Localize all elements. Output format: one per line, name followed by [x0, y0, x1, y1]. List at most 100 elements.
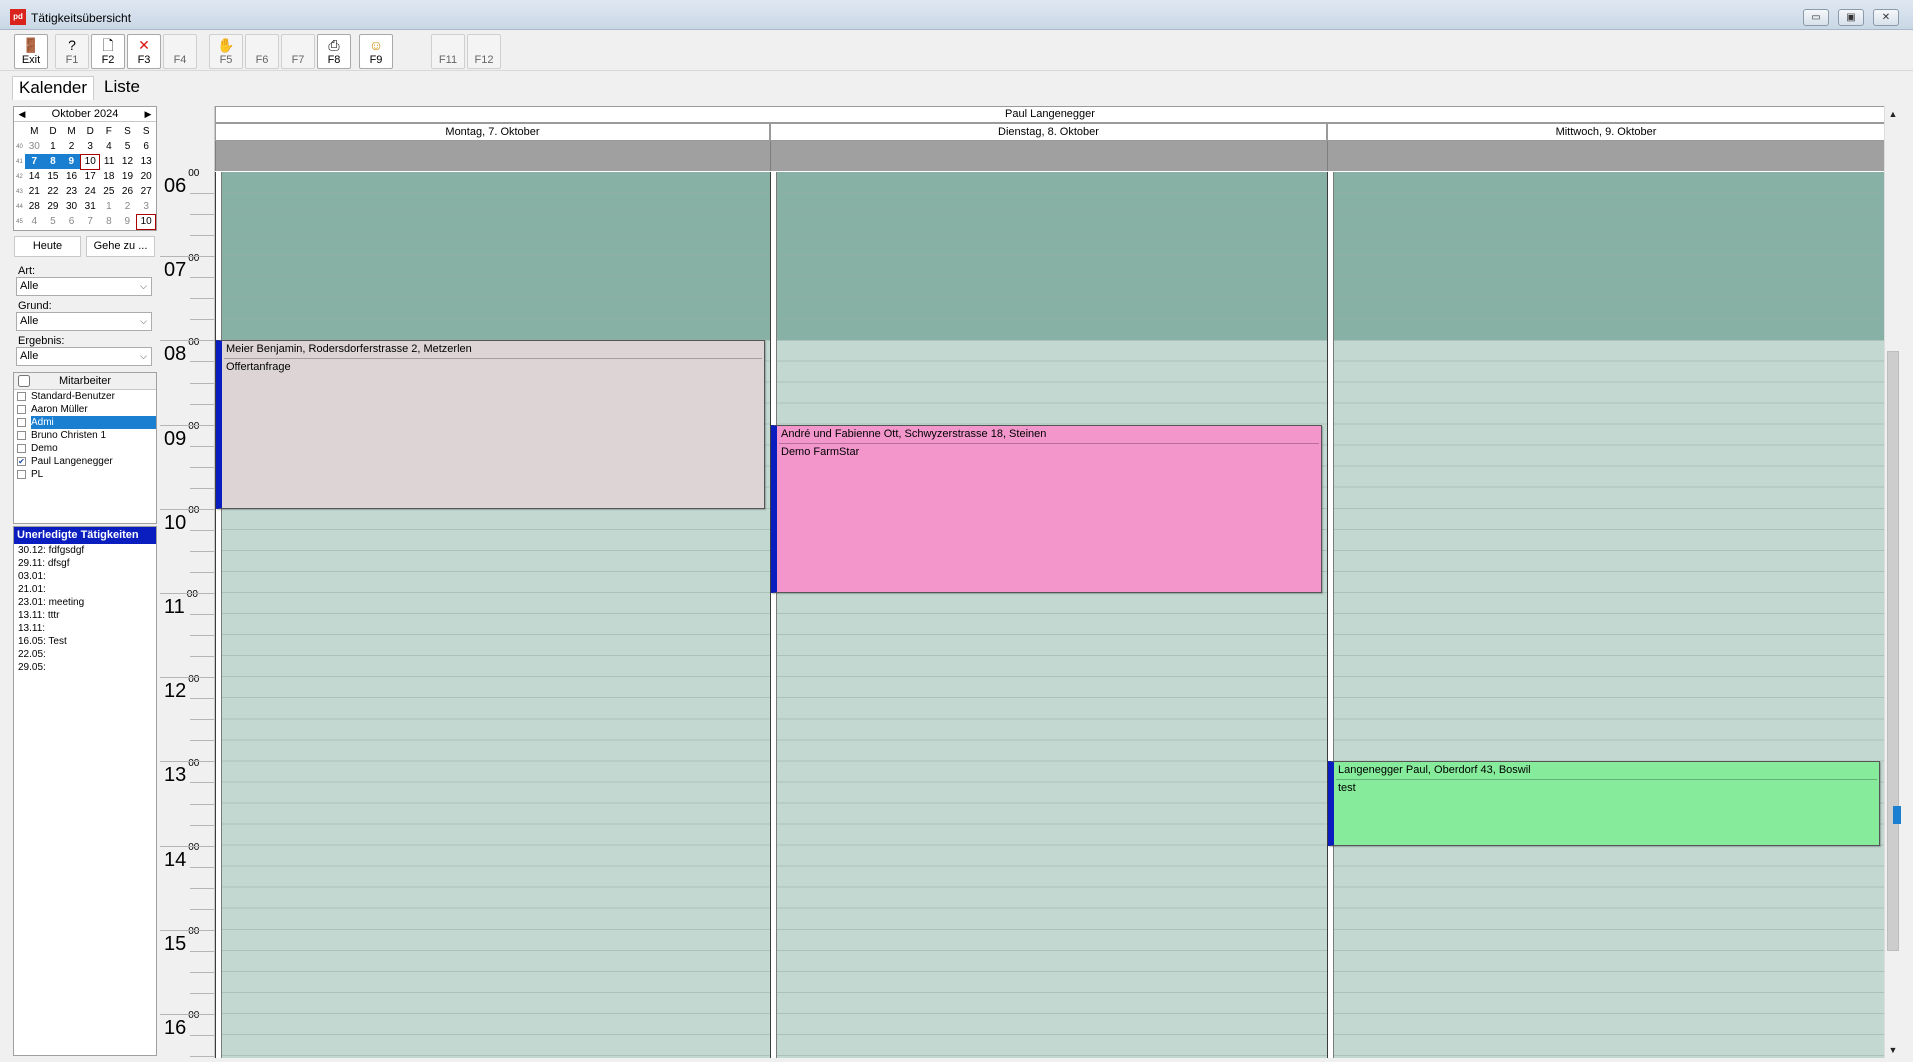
calendar-day[interactable]: 9: [62, 154, 81, 169]
maximize-button[interactable]: ▣: [1838, 9, 1864, 26]
calendar-day[interactable]: 5: [118, 139, 137, 154]
pending-task-item[interactable]: 29.05:: [14, 661, 156, 674]
appointment[interactable]: Meier Benjamin, Rodersdorferstrasse 2, M…: [216, 340, 765, 509]
staff-row[interactable]: Standard-Benutzer: [14, 390, 156, 403]
staff-row[interactable]: ✔ Paul Langenegger: [14, 455, 156, 468]
select-all-staff-checkbox[interactable]: [18, 375, 30, 387]
toolbar-button-f6[interactable]: F6: [245, 34, 279, 69]
pending-task-item[interactable]: 29.11: dfsgf: [14, 557, 156, 570]
toolbar-button-f2[interactable]: 🗋 F2: [91, 34, 125, 69]
all-day-row[interactable]: [1327, 141, 1885, 171]
calendar-day[interactable]: 4: [25, 214, 44, 229]
calendar-day[interactable]: 25: [100, 184, 119, 199]
tab-kalender[interactable]: Kalender: [12, 76, 95, 100]
pending-task-item[interactable]: 03.01:: [14, 570, 156, 583]
calendar-day[interactable]: 7: [24, 154, 44, 169]
toolbar-button-f11[interactable]: F11: [431, 34, 465, 69]
calendar-day[interactable]: 6: [62, 214, 81, 229]
calendar-day[interactable]: 10: [136, 213, 156, 230]
calendar-day[interactable]: 7: [81, 214, 100, 229]
scroll-up-icon[interactable]: ▲: [1885, 106, 1901, 122]
toolbar-button-f5[interactable]: ✋ F5: [209, 34, 243, 69]
tab-liste[interactable]: Liste: [98, 76, 146, 100]
calendar-day[interactable]: 3: [137, 199, 156, 214]
minimize-button[interactable]: ▭: [1803, 9, 1829, 26]
today-button[interactable]: Heute: [14, 236, 81, 257]
staff-row[interactable]: PL: [14, 468, 156, 481]
calendar-day[interactable]: 22: [44, 184, 63, 199]
staff-checkbox[interactable]: [17, 431, 26, 440]
calendar-day[interactable]: 8: [100, 214, 119, 229]
toolbar-button-f12[interactable]: F12: [467, 34, 501, 69]
toolbar-button-exit[interactable]: 🚪 Exit: [14, 34, 48, 69]
pending-task-item[interactable]: 16.05: Test: [14, 635, 156, 648]
calendar-day[interactable]: 16: [62, 169, 81, 184]
calendar-day[interactable]: 15: [44, 169, 63, 184]
calendar-scrollbar[interactable]: ▲ ▼: [1884, 106, 1901, 1058]
scroll-down-icon[interactable]: ▼: [1885, 1042, 1901, 1058]
all-day-row[interactable]: [215, 141, 770, 171]
day-column[interactable]: [215, 172, 770, 1058]
staff-row[interactable]: Demo: [14, 442, 156, 455]
calendar-day[interactable]: 10: [80, 153, 101, 170]
calendar-day[interactable]: 23: [62, 184, 81, 199]
pending-task-item[interactable]: 23.01: meeting: [14, 596, 156, 609]
calendar-day[interactable]: 21: [25, 184, 44, 199]
staff-checkbox[interactable]: [17, 418, 26, 427]
calendar-day[interactable]: 6: [137, 139, 156, 154]
close-window-button[interactable]: ✕: [1873, 9, 1899, 26]
calendar-day[interactable]: 29: [44, 199, 63, 214]
pending-task-item[interactable]: 30.12: fdfgsdgf: [14, 544, 156, 557]
toolbar-button-f1[interactable]: ? F1: [55, 34, 89, 69]
toolbar-button-f7[interactable]: F7: [281, 34, 315, 69]
calendar-day[interactable]: 9: [118, 214, 137, 229]
staff-row[interactable]: Bruno Christen 1: [14, 429, 156, 442]
staff-row[interactable]: Aaron Müller: [14, 403, 156, 416]
calendar-day[interactable]: 8: [43, 154, 63, 169]
pending-task-item[interactable]: 13.11: tttr: [14, 609, 156, 622]
calendar-day[interactable]: 24: [81, 184, 100, 199]
staff-checkbox[interactable]: [17, 444, 26, 453]
calendar-day[interactable]: 14: [25, 169, 44, 184]
appointment[interactable]: Langenegger Paul, Oberdorf 43, Boswil tes…: [1328, 761, 1880, 846]
pending-task-item[interactable]: 21.01:: [14, 583, 156, 596]
staff-checkbox[interactable]: ✔: [17, 457, 26, 466]
appointment[interactable]: André und Fabienne Ott, Schwyzerstrasse …: [771, 424, 1322, 593]
staff-checkbox[interactable]: [17, 392, 26, 401]
filter-art-select[interactable]: Alle ⌵: [16, 277, 152, 296]
calendar-day[interactable]: 3: [81, 139, 100, 154]
day-column[interactable]: [770, 172, 1327, 1058]
calendar-day[interactable]: 12: [118, 154, 137, 169]
calendar-day[interactable]: 5: [44, 214, 63, 229]
staff-checkbox[interactable]: [17, 470, 26, 479]
day-column[interactable]: [1327, 172, 1885, 1058]
filter-ergebnis-select[interactable]: Alle ⌵: [16, 347, 152, 366]
calendar-day[interactable]: 19: [118, 169, 137, 184]
calendar-day[interactable]: 2: [62, 139, 81, 154]
calendar-day[interactable]: 1: [44, 139, 63, 154]
goto-button[interactable]: Gehe zu ...: [86, 236, 155, 257]
pending-task-item[interactable]: 22.05:: [14, 648, 156, 661]
calendar-day[interactable]: 1: [100, 199, 119, 214]
calendar-day[interactable]: 18: [100, 169, 119, 184]
toolbar-button-f9[interactable]: ☺ F9: [359, 34, 393, 69]
all-day-row[interactable]: [770, 141, 1327, 171]
toolbar-button-f4[interactable]: F4: [163, 34, 197, 69]
pending-task-item[interactable]: 13.11:: [14, 622, 156, 635]
calendar-day[interactable]: 26: [118, 184, 137, 199]
calendar-day[interactable]: 30: [25, 139, 44, 154]
calendar-day[interactable]: 13: [137, 154, 156, 169]
calendar-day[interactable]: 20: [137, 169, 156, 184]
calendar-day[interactable]: 4: [100, 139, 119, 154]
staff-row[interactable]: Admi: [14, 416, 156, 429]
filter-grund-select[interactable]: Alle ⌵: [16, 312, 152, 331]
calendar-day[interactable]: 11: [100, 154, 119, 169]
next-month-icon[interactable]: ▶: [141, 107, 155, 122]
calendar-day[interactable]: 30: [62, 199, 81, 214]
prev-month-icon[interactable]: ◀: [15, 107, 29, 122]
calendar-day[interactable]: 2: [118, 199, 137, 214]
toolbar-button-f3[interactable]: ✕ F3: [127, 34, 161, 69]
calendar-day[interactable]: 28: [25, 199, 44, 214]
calendar-day[interactable]: 31: [81, 199, 100, 214]
calendar-day[interactable]: 27: [137, 184, 156, 199]
